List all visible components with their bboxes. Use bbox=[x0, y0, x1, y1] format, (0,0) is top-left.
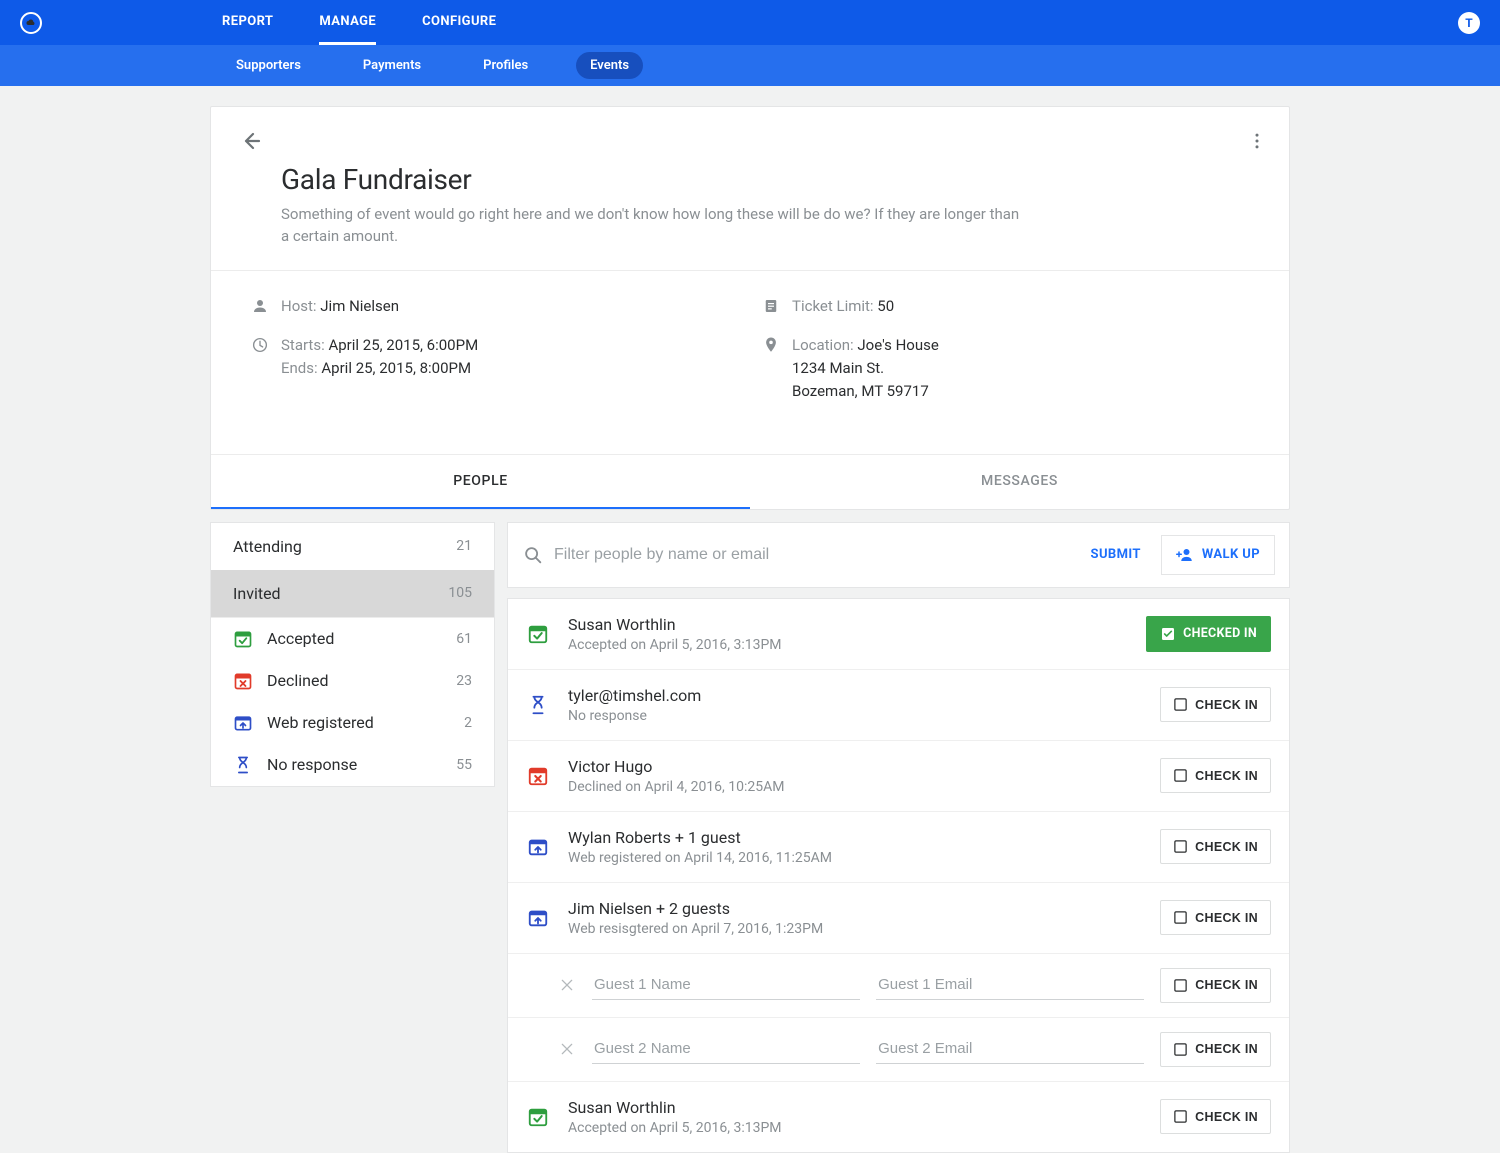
person-name: tyler@timshel.com bbox=[568, 686, 1142, 705]
guest-name-input[interactable] bbox=[592, 1034, 860, 1064]
person-name: Wylan Roberts + 1 guest bbox=[568, 828, 1142, 847]
checkbox-icon bbox=[1173, 697, 1188, 712]
event-times: Starts: April 25, 2015, 6:00PM Ends: Apr… bbox=[281, 334, 478, 381]
topnav-tab-manage[interactable]: MANAGE bbox=[319, 1, 376, 45]
accepted-icon bbox=[526, 623, 550, 645]
document-icon bbox=[762, 297, 780, 315]
person-status: Web registered on April 14, 2016, 11:25A… bbox=[568, 850, 1142, 866]
person-name: Susan Worthlin bbox=[568, 615, 1128, 634]
person-row: Susan Worthlin Accepted on April 5, 2016… bbox=[508, 599, 1289, 670]
event-ticket-limit: Ticket Limit: 50 bbox=[792, 295, 894, 318]
noresp-icon bbox=[526, 694, 550, 716]
filter-bar: SUBMIT WALK UP bbox=[507, 522, 1290, 588]
accepted-icon bbox=[526, 1106, 550, 1128]
topnav-tab-report[interactable]: REPORT bbox=[222, 1, 273, 45]
event-title: Gala Fundraiser bbox=[281, 163, 1261, 196]
tab-people[interactable]: PEOPLE bbox=[211, 455, 750, 509]
person-status: No response bbox=[568, 708, 1142, 724]
cloud-icon bbox=[25, 17, 37, 29]
clock-icon bbox=[251, 336, 269, 354]
tab-messages[interactable]: MESSAGES bbox=[750, 455, 1289, 509]
person-icon bbox=[251, 297, 269, 315]
declined-icon bbox=[526, 765, 550, 787]
submit-button[interactable]: SUBMIT bbox=[1081, 547, 1151, 562]
filter-status-accepted[interactable]: Accepted 61 bbox=[211, 618, 494, 660]
filter-status-declined[interactable]: Declined 23 bbox=[211, 660, 494, 702]
remove-guest-button[interactable] bbox=[558, 1041, 576, 1057]
filter-status-web[interactable]: Web registered 2 bbox=[211, 702, 494, 744]
close-icon bbox=[559, 1041, 575, 1057]
checkbox-icon bbox=[1173, 1109, 1188, 1124]
subnav-item-profiles[interactable]: Profiles bbox=[469, 52, 542, 79]
filter-input[interactable] bbox=[554, 546, 1071, 564]
accepted-icon bbox=[233, 629, 253, 649]
checked-in-badge: CHECKED IN bbox=[1146, 616, 1271, 652]
location-pin-icon bbox=[762, 336, 780, 354]
person-status: Accepted on April 5, 2016, 3:13PM bbox=[568, 1120, 1142, 1136]
person-status: Declined on April 4, 2016, 10:25AM bbox=[568, 779, 1142, 795]
checkin-button[interactable]: CHECK IN bbox=[1160, 829, 1271, 864]
person-row: Wylan Roberts + 1 guest Web registered o… bbox=[508, 812, 1289, 883]
person-status: Web resisgtered on April 7, 2016, 1:23PM bbox=[568, 921, 1142, 937]
checkin-button[interactable]: CHECK IN bbox=[1160, 758, 1271, 793]
person-name: Victor Hugo bbox=[568, 757, 1142, 776]
status-filter-card: Attending 21 Invited 105 Accepted 61 Dec… bbox=[210, 522, 495, 787]
guest-email-input[interactable] bbox=[876, 970, 1144, 1000]
sub-nav: Supporters Payments Profiles Events bbox=[0, 45, 1500, 86]
subnav-item-supporters[interactable]: Supporters bbox=[222, 52, 315, 79]
people-list: Susan Worthlin Accepted on April 5, 2016… bbox=[507, 598, 1290, 1153]
guest-row: CHECK IN bbox=[508, 1018, 1289, 1082]
checkbox-icon bbox=[1173, 978, 1188, 993]
checkbox-icon bbox=[1173, 910, 1188, 925]
subnav-item-events[interactable]: Events bbox=[576, 52, 643, 79]
noresp-icon bbox=[233, 755, 253, 775]
event-location: Location: Joe's House 1234 Main St. Boze… bbox=[792, 334, 939, 404]
checkin-button[interactable]: CHECK IN bbox=[1160, 900, 1271, 935]
person-row: Susan Worthlin Accepted on April 5, 2016… bbox=[508, 1082, 1289, 1152]
guest-email-input[interactable] bbox=[876, 1034, 1144, 1064]
person-row: tyler@timshel.com No response CHECK IN bbox=[508, 670, 1289, 741]
topnav-tab-configure[interactable]: CONFIGURE bbox=[422, 1, 496, 45]
person-add-icon bbox=[1176, 546, 1194, 564]
checkbox-icon bbox=[1173, 768, 1188, 783]
web-icon bbox=[233, 713, 253, 733]
top-nav: REPORT MANAGE CONFIGURE T bbox=[0, 0, 1500, 45]
close-icon bbox=[559, 977, 575, 993]
event-card: Gala Fundraiser Something of event would… bbox=[210, 106, 1290, 510]
filter-invited[interactable]: Invited 105 bbox=[211, 570, 494, 617]
web-icon bbox=[526, 836, 550, 858]
web-icon bbox=[526, 907, 550, 929]
back-button[interactable] bbox=[239, 129, 263, 153]
checkin-button[interactable]: CHECK IN bbox=[1160, 1032, 1271, 1067]
checkbox-icon bbox=[1173, 1042, 1188, 1057]
event-description: Something of event would go right here a… bbox=[281, 204, 1021, 248]
filter-status-noresp[interactable]: No response 55 bbox=[211, 744, 494, 786]
checkin-button[interactable]: CHECK IN bbox=[1160, 1099, 1271, 1134]
person-row: Jim Nielsen + 2 guests Web resisgtered o… bbox=[508, 883, 1289, 954]
checkbox-icon bbox=[1173, 839, 1188, 854]
arrow-left-icon bbox=[239, 129, 263, 153]
search-icon bbox=[522, 544, 544, 566]
checkin-button[interactable]: CHECK IN bbox=[1160, 968, 1271, 1003]
checkin-button[interactable]: CHECK IN bbox=[1160, 687, 1271, 722]
person-row: Victor Hugo Declined on April 4, 2016, 1… bbox=[508, 741, 1289, 812]
remove-guest-button[interactable] bbox=[558, 977, 576, 993]
person-name: Susan Worthlin bbox=[568, 1098, 1142, 1117]
dots-vertical-icon bbox=[1247, 131, 1267, 151]
more-menu-button[interactable] bbox=[1245, 129, 1269, 153]
app-logo[interactable] bbox=[20, 12, 42, 34]
checkbox-checked-icon bbox=[1160, 626, 1176, 642]
guest-row: CHECK IN bbox=[508, 954, 1289, 1018]
subnav-item-payments[interactable]: Payments bbox=[349, 52, 435, 79]
person-name: Jim Nielsen + 2 guests bbox=[568, 899, 1142, 918]
guest-name-input[interactable] bbox=[592, 970, 860, 1000]
person-status: Accepted on April 5, 2016, 3:13PM bbox=[568, 637, 1128, 653]
user-avatar[interactable]: T bbox=[1458, 12, 1480, 34]
walkup-button[interactable]: WALK UP bbox=[1161, 535, 1275, 575]
declined-icon bbox=[233, 671, 253, 691]
filter-attending[interactable]: Attending 21 bbox=[211, 523, 494, 570]
event-host: Host: Jim Nielsen bbox=[281, 295, 399, 318]
